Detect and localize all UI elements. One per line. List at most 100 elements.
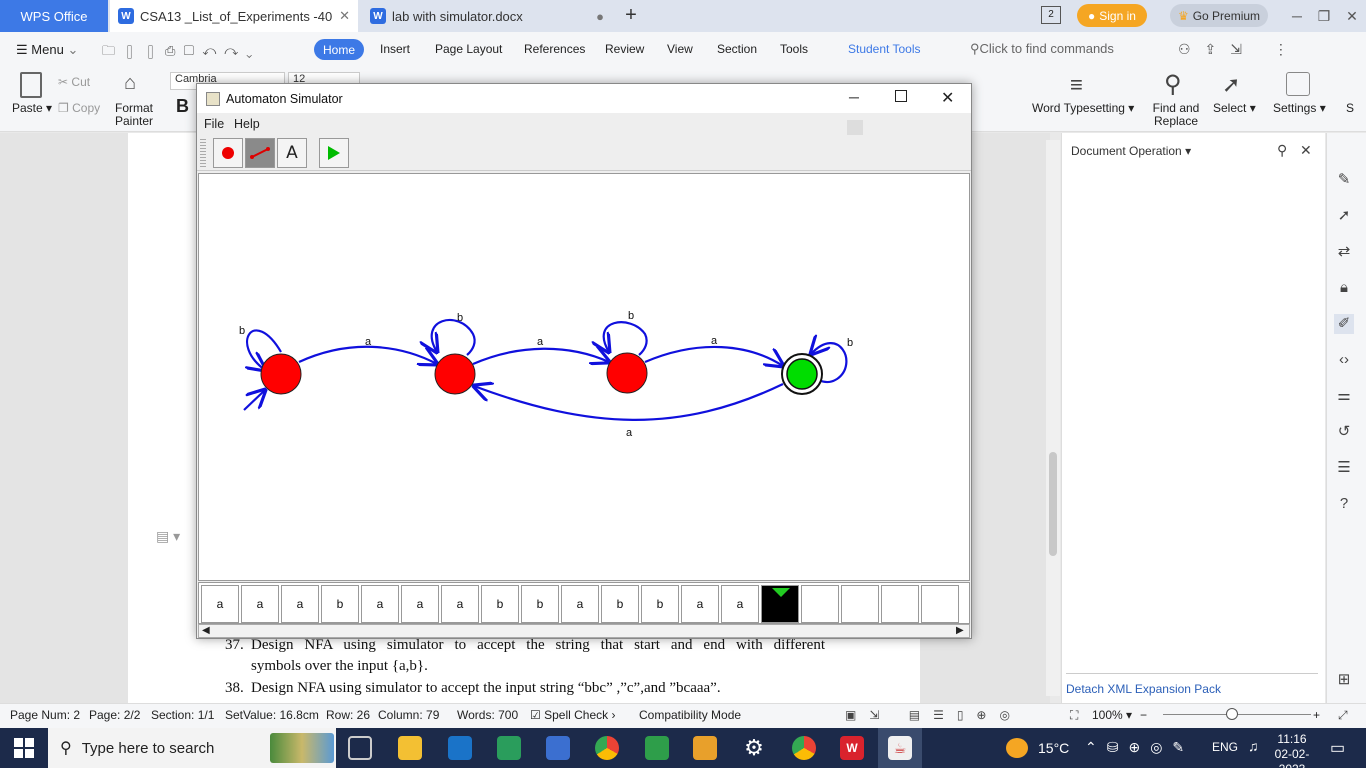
tape-head-cell[interactable] — [761, 585, 799, 623]
add-state-tool[interactable] — [213, 138, 243, 168]
speaker-icon[interactable]: ♫ — [1248, 738, 1259, 754]
wps-office-icon[interactable]: W — [840, 736, 864, 760]
tape-cell[interactable]: b — [521, 585, 559, 623]
help-icon[interactable]: ? — [1334, 494, 1354, 514]
scroll-right-icon[interactable]: ▶ — [956, 625, 964, 636]
settings-button[interactable]: Settings ▾ — [1273, 102, 1326, 115]
scroll-left-icon[interactable]: ◀ — [202, 625, 210, 636]
status-words[interactable]: Words: 700 — [457, 708, 518, 722]
add-transition-tool[interactable] — [245, 138, 275, 168]
menu-button[interactable]: ☰ Menu ⌄ — [16, 42, 78, 58]
document-outline-icon[interactable]: ▤ ▾ — [156, 528, 180, 545]
windows-start-icon[interactable] — [14, 738, 34, 758]
tape-cell[interactable]: a — [201, 585, 239, 623]
tape-cell[interactable]: a — [281, 585, 319, 623]
tape-cell[interactable]: b — [321, 585, 359, 623]
tape-cell[interactable]: a — [241, 585, 279, 623]
run-simulation-button[interactable] — [319, 138, 349, 168]
sign-in-button[interactable]: ● Sign in — [1077, 4, 1147, 27]
close-panel-icon[interactable]: ✕ — [1300, 142, 1312, 159]
status-page[interactable]: Page: 2/2 — [89, 708, 140, 722]
tape-cell[interactable]: b — [481, 585, 519, 623]
tape-cell[interactable]: a — [401, 585, 439, 623]
expand-icon[interactable]: ⤢ — [1338, 708, 1348, 723]
tape-cell[interactable]: a — [681, 585, 719, 623]
temperature[interactable]: 15°C — [1038, 740, 1069, 756]
bold-button[interactable]: B — [176, 96, 189, 117]
simulator-minimize-icon[interactable]: ─ — [849, 89, 859, 105]
share-tools-icons[interactable]: ⚇⇪⇲ ⋮ — [1178, 41, 1302, 58]
zoom-slider-thumb[interactable] — [1226, 708, 1238, 720]
simulator-menu-help[interactable]: Help — [234, 117, 260, 131]
tape-cell[interactable]: b — [601, 585, 639, 623]
paste-button[interactable]: Paste ▾ — [12, 102, 52, 115]
transfer-icon[interactable]: ⇄ — [1334, 242, 1354, 262]
fit-page-icon[interactable]: ⛶ — [1070, 708, 1078, 723]
word-typesetting-button[interactable]: Word Typesetting ▾ — [1032, 102, 1134, 115]
tab-section[interactable]: Section — [717, 42, 757, 56]
status-row[interactable]: Row: 26 — [326, 708, 370, 722]
document-line-38[interactable]: Design NFA using simulator to accept the… — [251, 680, 721, 697]
task-view-icon[interactable] — [348, 736, 372, 760]
language-indicator[interactable]: ENG — [1212, 740, 1238, 754]
close-window-icon[interactable]: ✕ — [1342, 6, 1362, 26]
status-column[interactable]: Column: 79 — [378, 708, 439, 722]
tape-cell[interactable]: a — [721, 585, 759, 623]
select-button[interactable]: Select ▾ — [1213, 102, 1256, 115]
sheets-icon[interactable] — [645, 736, 669, 760]
tape-cell[interactable] — [881, 585, 919, 623]
text-label-tool[interactable]: A — [277, 138, 307, 168]
tape-cell[interactable]: b — [641, 585, 679, 623]
automaton-diagram[interactable]: b b b b a a a a — [199, 174, 969, 580]
simulator-close-icon[interactable]: ✕ — [941, 88, 954, 108]
document-scrollbar[interactable] — [1046, 140, 1060, 696]
history-icon[interactable]: ↺ — [1334, 422, 1354, 442]
mail-icon[interactable] — [448, 736, 472, 760]
tape-cell[interactable] — [841, 585, 879, 623]
tape-cell[interactable]: a — [441, 585, 479, 623]
document-tab-active[interactable]: W CSA13 _List_of_Experiments -40 ✕ — [110, 0, 358, 32]
find-replace-button[interactable]: Find and Replace — [1150, 102, 1202, 128]
input-tape[interactable]: aaabaaabbabbaa — [198, 582, 970, 624]
pencil-icon[interactable]: ✎ — [1334, 170, 1354, 190]
tab-insert[interactable]: Insert — [380, 42, 410, 56]
document-tab[interactable]: W lab with simulator.docx ● — [362, 0, 612, 32]
tape-cell[interactable]: a — [361, 585, 399, 623]
tab-review[interactable]: Review — [605, 42, 644, 56]
copy-button[interactable]: ❐ Copy — [58, 102, 100, 115]
cloud-app-icon[interactable] — [497, 736, 521, 760]
tab-view[interactable]: View — [667, 42, 693, 56]
automaton-simulator-window[interactable]: Automaton Simulator ─ ✕ File Help A b b … — [196, 83, 972, 639]
more-ribbon-button[interactable]: S — [1346, 102, 1354, 115]
layout-icon[interactable]: ☰ — [1334, 458, 1354, 478]
chrome-profile-icon[interactable] — [792, 736, 816, 760]
clock[interactable]: 11:16 02-02-2023 — [1265, 732, 1319, 768]
grid-icon[interactable]: ⊞ — [1334, 670, 1354, 690]
restore-icon[interactable]: ❐ — [1314, 6, 1334, 26]
tab-tools[interactable]: Tools — [780, 42, 808, 56]
document-scroll-thumb[interactable] — [1049, 452, 1057, 556]
edit-document-icon[interactable]: ✐ — [1334, 314, 1354, 334]
tape-cell[interactable]: a — [561, 585, 599, 623]
tab-references[interactable]: References — [524, 42, 585, 56]
notifications-icon[interactable]: ▭ — [1330, 738, 1345, 758]
sliders-icon[interactable]: ⚌ — [1334, 386, 1354, 406]
minimize-icon[interactable]: ─ — [1287, 6, 1307, 26]
document-line-37a[interactable]: Design NFA using simulator to accept the… — [251, 637, 825, 654]
tab-page-layout[interactable]: Page Layout — [435, 42, 502, 56]
view-mode-icons[interactable]: ▣⇲ ▤☰▯⊕◎ — [845, 708, 1023, 722]
close-tab-icon[interactable]: ✕ — [339, 8, 350, 24]
self-loop-q2[interactable] — [604, 321, 648, 355]
tab-dot-icon[interactable]: ● — [596, 9, 604, 24]
state-q0[interactable] — [260, 353, 302, 395]
lock-icon[interactable]: 🔒︎ — [1334, 278, 1354, 298]
scripts-icon[interactable] — [693, 736, 717, 760]
window-count-icon[interactable]: 2 — [1041, 6, 1061, 24]
format-painter-button[interactable]: Format Painter — [114, 102, 154, 128]
state-q2[interactable] — [606, 352, 648, 394]
tape-cell[interactable] — [801, 585, 839, 623]
transition-q2-q3[interactable] — [644, 345, 783, 366]
quick-access-icons[interactable]: 🗀▯▯⎙▢↶↷⌄ — [102, 42, 260, 64]
simulator-maximize-icon[interactable] — [895, 90, 907, 102]
status-page-num[interactable]: Page Num: 2 — [10, 708, 80, 722]
